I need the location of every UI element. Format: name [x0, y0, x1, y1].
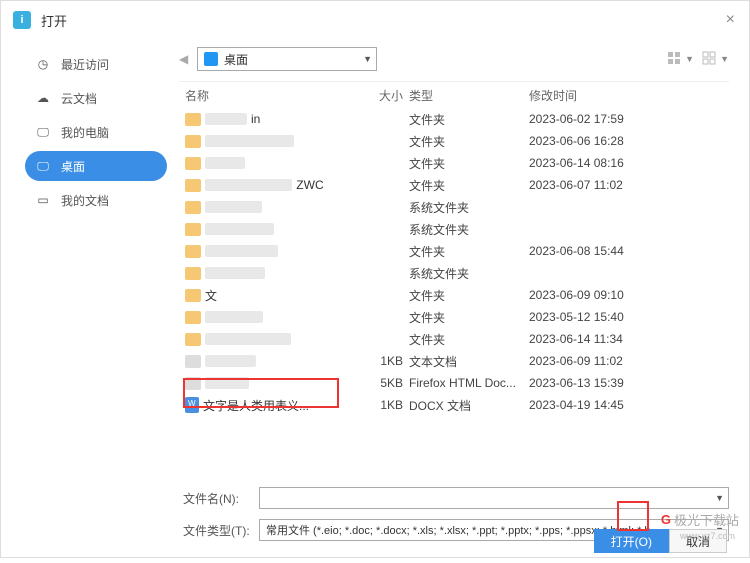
folder-icon — [185, 223, 201, 236]
folder-icon — [185, 113, 201, 126]
chevron-down-icon: ▼ — [715, 493, 724, 503]
folder-icon — [185, 201, 201, 214]
sidebar-item-1[interactable]: ☁云文档 — [25, 83, 167, 113]
folder-icon: ▭ — [35, 192, 51, 208]
cloud-icon: ☁ — [35, 90, 51, 106]
file-row[interactable]: 5KBFirefox HTML Doc...2023-06-13 15:39 — [179, 372, 729, 394]
location-text: 桌面 — [224, 51, 248, 68]
file-row[interactable]: 1KB文本文档2023-06-09 11:02 — [179, 350, 729, 372]
sidebar-item-3[interactable]: 🖵桌面 — [25, 151, 167, 181]
file-row[interactable]: 系统文件夹 — [179, 262, 729, 284]
folder-icon — [185, 289, 201, 302]
folder-icon — [185, 267, 201, 280]
chevron-down-icon: ▼ — [363, 54, 372, 64]
folder-icon — [185, 245, 201, 258]
clock-icon: ◷ — [35, 56, 51, 72]
location-combo[interactable]: 桌面 ▼ — [197, 47, 377, 71]
monitor-icon: 🖵 — [35, 158, 51, 174]
folder-icon — [185, 179, 201, 192]
file-row[interactable]: 文文件夹2023-06-09 09:10 — [179, 284, 729, 306]
col-name[interactable]: 名称 — [185, 87, 365, 104]
filename-label: 文件名(N): — [183, 490, 259, 507]
filename-input[interactable]: ▼ — [259, 487, 729, 509]
file-icon — [185, 377, 201, 390]
file-row[interactable]: 文件夹2023-06-14 08:16 — [179, 152, 729, 174]
watermark-url: www.xz7.com — [680, 531, 735, 541]
sidebar-item-0[interactable]: ◷最近访问 — [25, 49, 167, 79]
app-icon: i — [13, 11, 31, 29]
sidebar-item-4[interactable]: ▭我的文档 — [25, 185, 167, 215]
col-type[interactable]: 类型 — [409, 87, 529, 104]
file-row[interactable]: 文件夹2023-06-06 16:28 — [179, 130, 729, 152]
col-size[interactable]: 大小 — [365, 87, 409, 104]
file-row[interactable]: in文件夹2023-06-02 17:59 — [179, 108, 729, 130]
file-icon — [185, 355, 201, 368]
file-list: 名称 大小 类型 修改时间 in文件夹2023-06-02 17:59文件夹20… — [179, 81, 729, 477]
file-row[interactable]: 文件夹2023-05-12 15:40 — [179, 306, 729, 328]
sidebar: ◷最近访问 ☁云文档 🖵我的电脑 🖵桌面 ▭我的文档 — [1, 39, 179, 477]
back-arrow-icon[interactable]: ◀ — [179, 52, 191, 66]
docx-icon — [185, 397, 199, 413]
path-bar: ◀ 桌面 ▼ ▼ ▼ — [179, 45, 729, 73]
desktop-icon — [204, 52, 218, 66]
file-row[interactable]: 系统文件夹 — [179, 196, 729, 218]
monitor-icon: 🖵 — [35, 124, 51, 140]
folder-icon — [185, 157, 201, 170]
sidebar-item-2[interactable]: 🖵我的电脑 — [25, 117, 167, 147]
titlebar: i 打开 × — [1, 1, 749, 39]
folder-icon — [185, 311, 201, 324]
close-icon[interactable]: × — [726, 11, 735, 29]
folder-icon — [185, 135, 201, 148]
file-row[interactable]: 文件夹2023-06-08 15:44 — [179, 240, 729, 262]
col-modified[interactable]: 修改时间 — [529, 87, 729, 104]
filetype-label: 文件类型(T): — [183, 522, 259, 539]
file-row[interactable]: ZWC文件夹2023-06-07 11:02 — [179, 174, 729, 196]
dialog-title: 打开 — [41, 11, 67, 30]
file-row[interactable]: 文件夹2023-06-14 11:34 — [179, 328, 729, 350]
open-button[interactable]: 打开(O) — [594, 529, 669, 553]
folder-icon — [185, 333, 201, 346]
file-row[interactable]: 文字是人类用表义...1KBDOCX 文档2023-04-19 14:45 — [179, 394, 729, 416]
view-mode-toggle[interactable]: ▼ ▼ — [667, 51, 729, 67]
file-row[interactable]: 系统文件夹 — [179, 218, 729, 240]
